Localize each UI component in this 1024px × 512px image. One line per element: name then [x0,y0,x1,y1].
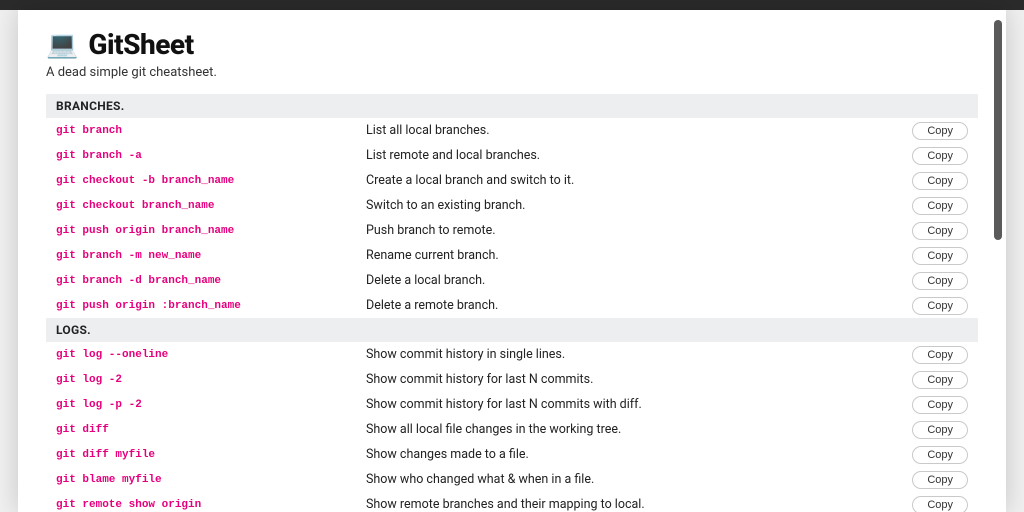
copy-button[interactable]: Copy [912,197,968,215]
copy-button[interactable]: Copy [912,272,968,290]
content-area: 💻 GitSheet A dead simple git cheatsheet.… [18,28,1006,512]
table-row: git blame myfileShow who changed what & … [46,467,978,492]
description-text: Show commit history for last N commits w… [366,397,904,412]
command-text: git branch -a [56,150,366,162]
laptop-icon: 💻 [46,32,78,58]
command-text: git diff [56,424,366,436]
description-text: Show remote branches and their mapping t… [366,497,904,512]
copy-button[interactable]: Copy [912,496,968,512]
copy-button[interactable]: Copy [912,396,968,414]
table-row: git remote show originShow remote branch… [46,492,978,512]
section-header: BRANCHES. [46,94,978,118]
command-text: git blame myfile [56,474,366,486]
copy-button[interactable]: Copy [912,446,968,464]
description-text: Show commit history for last N commits. [366,372,904,387]
table-row: git log --onelineShow commit history in … [46,342,978,367]
command-text: git push origin :branch_name [56,300,366,312]
table-row: git log -2Show commit history for last N… [46,367,978,392]
table-row: git diff myfileShow changes made to a fi… [46,442,978,467]
table-row: git push origin branch_namePush branch t… [46,218,978,243]
section-header: LOGS. [46,318,978,342]
command-text: git checkout -b branch_name [56,175,366,187]
copy-button[interactable]: Copy [912,172,968,190]
description-text: List remote and local branches. [366,148,904,163]
table-row: git branch -d branch_nameDelete a local … [46,268,978,293]
table-row: git branchList all local branches. Copy [46,118,978,143]
copy-button[interactable]: Copy [912,222,968,240]
page-container: 💻 GitSheet A dead simple git cheatsheet.… [18,10,1006,512]
title-row: 💻 GitSheet [46,28,978,61]
copy-button[interactable]: Copy [912,122,968,140]
description-text: Show who changed what & when in a file. [366,472,904,487]
page-subtitle: A dead simple git cheatsheet. [46,65,978,80]
command-text: git branch [56,125,366,137]
table-row: git branch -m new_nameRename current bra… [46,243,978,268]
copy-button[interactable]: Copy [912,147,968,165]
copy-button[interactable]: Copy [912,371,968,389]
copy-button[interactable]: Copy [912,421,968,439]
description-text: Create a local branch and switch to it. [366,173,904,188]
sections-list: BRANCHES.git branchList all local branch… [46,94,978,512]
table-row: git checkout branch_nameSwitch to an exi… [46,193,978,218]
description-text: Rename current branch. [366,248,904,263]
description-text: Switch to an existing branch. [366,198,904,213]
description-text: Show commit history in single lines. [366,347,904,362]
table-row: git checkout -b branch_nameCreate a loca… [46,168,978,193]
command-text: git branch -d branch_name [56,275,366,287]
description-text: Show changes made to a file. [366,447,904,462]
table-row: git diffShow all local file changes in t… [46,417,978,442]
table-row: git push origin :branch_nameDelete a rem… [46,293,978,318]
window-topbar [0,0,1024,10]
command-text: git checkout branch_name [56,200,366,212]
command-text: git log --oneline [56,349,366,361]
copy-button[interactable]: Copy [912,247,968,265]
command-text: git log -p -2 [56,399,366,411]
copy-button[interactable]: Copy [912,346,968,364]
command-text: git remote show origin [56,499,366,511]
copy-button[interactable]: Copy [912,471,968,489]
page-title: GitSheet [88,28,193,61]
vertical-scrollbar[interactable] [994,20,1002,240]
description-text: Show all local file changes in the worki… [366,422,904,437]
copy-button[interactable]: Copy [912,297,968,315]
table-row: git log -p -2Show commit history for las… [46,392,978,417]
description-text: List all local branches. [366,123,904,138]
command-text: git branch -m new_name [56,250,366,262]
command-text: git push origin branch_name [56,225,366,237]
description-text: Push branch to remote. [366,223,904,238]
table-row: git branch -aList remote and local branc… [46,143,978,168]
description-text: Delete a local branch. [366,273,904,288]
description-text: Delete a remote branch. [366,298,904,313]
command-text: git log -2 [56,374,366,386]
command-text: git diff myfile [56,449,366,461]
